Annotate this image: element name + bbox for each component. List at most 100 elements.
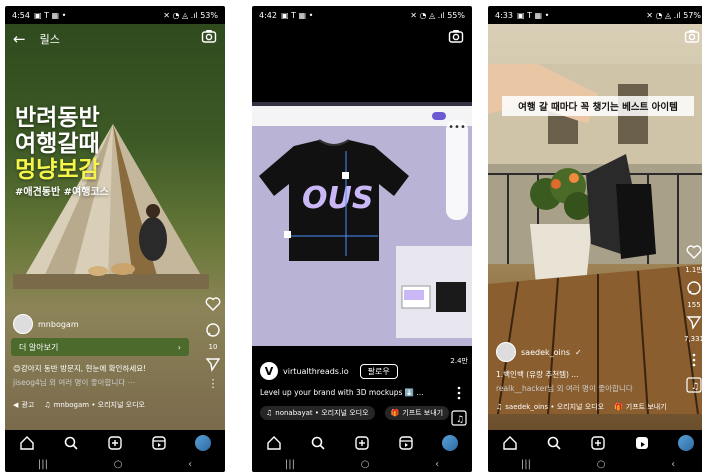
system-nav: ||| ○ ‹ [488,456,702,472]
home-button[interactable]: ○ [361,459,370,470]
music-note-icon: ♫ [266,409,273,417]
shirt-print: OUS [302,181,373,216]
cta-label: 더 알아보기 [19,342,59,352]
create-icon[interactable] [354,435,370,451]
tshirt-mockup: OUS [259,139,409,261]
home-button[interactable]: ○ [597,459,606,470]
recents-button[interactable]: ||| [521,459,531,470]
search-icon[interactable] [63,435,79,451]
home-icon[interactable] [266,435,282,451]
overlay-banner: 여행 갈 때마다 꼭 챙기는 베스트 아이템 [502,96,694,116]
liked-by-text[interactable]: jiseog4님 외 여러 명이 좋아합니다 ⋯ [13,378,197,388]
overlay-line-2: 여행갈때 [15,130,100,157]
create-icon[interactable] [590,435,606,451]
search-icon[interactable] [546,435,562,451]
reel-caption[interactable]: 1.백인백 (유랑 추천템) ... [496,370,680,380]
audio-thumb-icon[interactable]: ♫ [686,377,702,393]
create-icon[interactable] [107,435,123,451]
status-indicators: ▣ T ▦ • [280,10,314,20]
profile-avatar[interactable] [442,435,458,451]
gift-button[interactable]: 🎁 기프트 보내기 [614,402,667,412]
bottom-nav [5,430,225,456]
heart-icon[interactable] [686,244,702,260]
status-time: 4:54 [12,10,30,20]
status-right: ✕ ◔ ◬ .ıl 53% [163,10,218,20]
author-row[interactable]: saedek_oins ✓ [496,342,582,362]
gift-icon: 🎁 [390,409,400,417]
author-name[interactable]: virtualthreads.io [283,367,349,376]
profile-avatar[interactable] [678,435,694,451]
home-icon[interactable] [19,435,35,451]
camera-icon[interactable] [448,28,464,44]
system-nav: ||| ○ ‹ [5,456,225,472]
megaphone-icon: ◀ [13,401,19,409]
status-time: 4:42 [259,10,277,20]
audio-row: ◀ 광고 ♫ mnbogam • 오리지널 오디오 [13,400,145,410]
back-button[interactable]: ‹ [188,459,192,470]
profile-avatar[interactable] [195,435,211,451]
more-icon[interactable] [686,352,702,368]
page-title: 릴스 [39,33,60,46]
author-name[interactable]: mnbogam [38,320,79,329]
learn-more-button[interactable]: 더 알아보기 › [11,338,189,356]
back-button[interactable]: ‹ [435,459,439,470]
like-count: 1.1만 [685,266,702,274]
audio-track[interactable]: ♫ nonabayat • 오리지널 오디오 [260,406,375,420]
reel-caption[interactable]: 😊강아지 동반 방문지, 현눈에 확인하세요! [13,364,197,374]
pattern-panel [396,246,472,338]
follow-button[interactable]: 팔로우 [359,363,398,379]
author-row[interactable]: mnbogam [13,314,79,334]
toggle-switch [432,112,446,120]
share-icon[interactable] [686,314,702,330]
bottom-nav [488,430,702,456]
overlay-title: 반려동반 여행갈때 멍냥보감 #애견동반 #여행코스 [15,105,109,198]
chevron-right-icon: › [177,342,181,352]
author-row[interactable]: V virtualthreads.io 팔로우 [260,362,398,380]
liked-by-text[interactable]: realk__hacker님 외 여러 명이 좋아합니다 [496,384,680,394]
svg-text:♫: ♫ [691,382,699,392]
phone-screen-1: 4:54 ▣ T ▦ • ✕ ◔ ◬ .ıl 53% ← 릴스 반려동반 여행갈때… [5,6,225,472]
status-bar: 4:54 ▣ T ▦ • ✕ ◔ ◬ .ıl 53% [5,6,225,24]
back-arrow-icon[interactable]: ← [13,30,26,48]
comment-icon[interactable] [686,280,702,296]
reels-icon[interactable] [398,435,414,451]
system-nav: ||| ○ ‹ [252,456,472,472]
back-button[interactable]: ‹ [671,459,675,470]
gift-button[interactable]: 🎁 기프트 보내기 [384,406,450,420]
recents-button[interactable]: ||| [38,459,48,470]
home-icon[interactable] [502,435,518,451]
audio-row: ♫ saedek_oins • 오리지널 오디오 🎁 기프트 보내기 [496,402,667,412]
audio-row: ♫ nonabayat • 오리지널 오디오 🎁 기프트 보내기 [260,406,450,420]
audio-track[interactable]: ♫ saedek_oins • 오리지널 오디오 [496,402,604,412]
overlay-line-1: 반려동반 [15,105,100,131]
audio-thumb-icon[interactable]: ♫ [451,410,467,426]
brand-logo[interactable]: V [260,362,278,380]
avatar[interactable] [13,314,33,334]
reel-caption[interactable]: Level up your brand with 3D mockups ⬇️ .… [260,388,444,398]
status-time: 4:33 [495,10,513,20]
home-button[interactable]: ○ [114,459,123,470]
avatar[interactable] [496,342,516,362]
author-name[interactable]: saedek_oins [521,348,570,357]
toolbar-pill[interactable]: ••• [446,120,468,220]
comment-count: 155 [687,301,701,309]
overlay-line-3: 멍냥보감 [15,156,100,183]
action-rail: 2.4만 ♫ [450,356,468,426]
audio-track[interactable]: ♫ mnbogam • 오리지널 오디오 [44,400,145,410]
share-icon[interactable] [205,356,221,372]
reels-icon-active[interactable] [634,435,650,451]
recents-button[interactable]: ||| [285,459,295,470]
bag-items [586,154,656,259]
camera-icon[interactable] [684,28,700,44]
camera-icon[interactable] [201,28,217,44]
status-bar: 4:42 ▣ T ▦ • ✕ ◔ ◬ .ıl 55% [252,6,472,24]
more-options-icon[interactable]: ••• [446,122,468,133]
more-icon[interactable] [451,385,467,401]
heart-icon[interactable] [205,296,221,312]
search-icon[interactable] [310,435,326,451]
bottom-nav [252,430,472,456]
more-options-icon[interactable]: ⋮ [208,377,219,390]
svg-text:♫: ♫ [456,415,464,425]
reels-icon[interactable] [151,435,167,451]
comment-icon[interactable] [205,322,221,338]
